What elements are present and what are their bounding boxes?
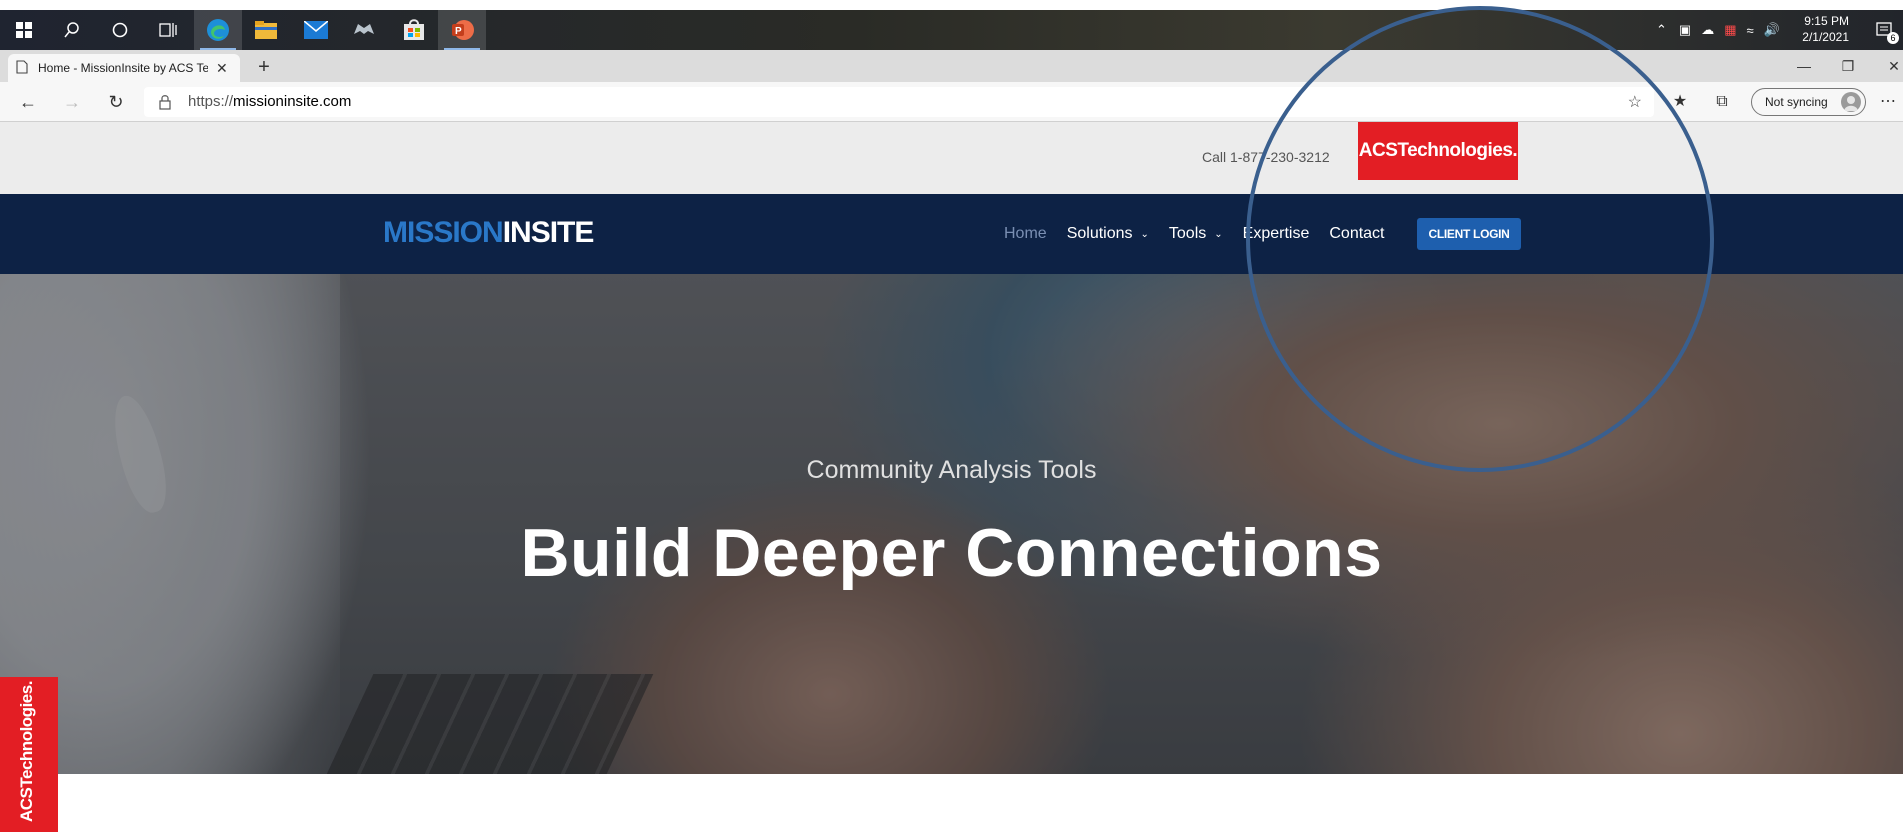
xbox-icon[interactable] [340, 10, 388, 50]
wifi-icon[interactable]: ≈ [1747, 23, 1754, 38]
acs-logo-text: ACSTechnologies. [1358, 140, 1518, 161]
brand-part-mission: MISSION [383, 216, 504, 249]
taskbar-clock[interactable]: 9:15 PM 2/1/2021 [1802, 13, 1849, 45]
windows-taskbar: P ⌃ ▣ ☁ ▦ ≈ 🔊 9:15 PM 2/1/2021 6 [0, 10, 1903, 50]
restore-button[interactable]: ❐ [1830, 54, 1866, 78]
chevron-up-icon[interactable]: ⌃ [1656, 22, 1667, 38]
nav-solutions-label: Solutions [1066, 225, 1133, 242]
add-favorite-icon[interactable]: ☆ [1628, 92, 1642, 112]
client-login-button[interactable]: CLIENT LOGIN [1417, 218, 1521, 250]
chevron-down-icon: ⌄ [1214, 228, 1223, 240]
favorites-icon[interactable]: ★ [1668, 91, 1692, 113]
missioninsite-logo[interactable]: MISSIONINSITE [383, 216, 595, 250]
collections-icon[interactable]: ⧉ [1710, 91, 1734, 113]
hero-title: Build Deeper Connections [520, 515, 1383, 591]
nav-home-label: Home [1004, 225, 1047, 242]
edge-icon[interactable] [194, 10, 242, 50]
notification-count: 6 [1887, 32, 1899, 44]
close-tab-icon[interactable]: ✕ [216, 60, 228, 77]
back-button[interactable]: ← [14, 90, 42, 114]
nav-expertise-label: Expertise [1242, 225, 1310, 242]
acs-side-tab[interactable]: ACSTechnologies. [0, 677, 58, 832]
client-login-label: CLIENT LOGIN [1428, 227, 1510, 241]
browser-tab[interactable]: Home - MissionInsite by ACS Tec ✕ [8, 54, 240, 82]
page-icon [16, 59, 28, 77]
site-navigation: MISSIONINSITE Home Solutions ⌄ Tools ⌄ Exp… [0, 194, 1903, 274]
nav-home[interactable]: Home [1004, 225, 1047, 243]
new-tab-button[interactable]: + [252, 56, 276, 80]
brand-part-insite: INSITE [502, 216, 595, 249]
nav-expertise[interactable]: Expertise [1243, 225, 1310, 243]
store-icon[interactable] [390, 10, 438, 50]
powerpoint-icon[interactable]: P [438, 10, 486, 50]
tab-title: Home - MissionInsite by ACS Tec [38, 61, 208, 75]
hero-subtitle: Community Analysis Tools [806, 456, 1097, 484]
cortana-icon[interactable] [96, 10, 144, 50]
clock-date: 2/1/2021 [1802, 30, 1849, 44]
file-explorer-icon[interactable] [242, 10, 290, 50]
address-bar[interactable]: https://missioninsite.com ☆ [144, 87, 1654, 117]
site-top-bar: Call 1-877-230-3212 ACSTechnologies. [0, 122, 1903, 194]
clock-time: 9:15 PM [1804, 14, 1849, 28]
avatar [1841, 92, 1861, 112]
acs-technologies-logo[interactable]: ACSTechnologies. [1358, 122, 1518, 180]
windows-start-icon[interactable] [0, 10, 48, 50]
side-tab-text: ACSTechnologies. [17, 681, 36, 822]
more-options-icon[interactable]: ⋯ [1876, 91, 1900, 113]
url-text[interactable]: https://missioninsite.com [188, 93, 351, 110]
nav-contact[interactable]: Contact [1329, 225, 1384, 243]
profile-sync-button[interactable]: Not syncing [1751, 88, 1866, 116]
sync-label: Not syncing [1765, 95, 1828, 109]
mail-icon[interactable] [292, 10, 340, 50]
screen: { "taskbar": { "icons": ["windows-start-… [0, 0, 1903, 832]
search-icon[interactable] [48, 10, 96, 50]
close-window-button[interactable]: ✕ [1876, 54, 1903, 78]
nav-tools-label: Tools [1168, 225, 1207, 242]
task-view-icon[interactable] [144, 10, 192, 50]
url-host: missioninsite.com [233, 93, 352, 110]
nav-solutions[interactable]: Solutions ⌄ [1067, 225, 1149, 243]
phone-link[interactable]: Call 1-877-230-3212 [1202, 149, 1330, 165]
gift-icon[interactable]: ▦ [1724, 22, 1736, 38]
refresh-button[interactable]: ↻ [102, 90, 130, 114]
chevron-down-icon: ⌄ [1140, 228, 1149, 240]
nav-contact-label: Contact [1329, 225, 1385, 242]
minimize-button[interactable]: — [1786, 54, 1822, 78]
svg-text:P: P [455, 26, 462, 37]
meet-now-icon[interactable]: ▣ [1679, 22, 1691, 38]
onedrive-icon[interactable]: ☁ [1701, 22, 1714, 38]
url-scheme: https:// [188, 93, 234, 110]
browser-tab-strip: Home - MissionInsite by ACS Tec ✕ + — ❐ … [0, 50, 1903, 82]
lock-icon[interactable] [158, 94, 172, 110]
notification-center-icon[interactable]: 6 [1875, 20, 1899, 44]
hero-banner: Community Analysis Tools Build Deeper Co… [0, 274, 1903, 774]
nav-tools[interactable]: Tools ⌄ [1169, 225, 1223, 243]
nav-menu: Home Solutions ⌄ Tools ⌄ Expertise Contact [1004, 194, 1405, 274]
volume-icon[interactable]: 🔊 [1764, 22, 1780, 38]
browser-toolbar: ← → ↻ https://missioninsite.com ☆ ★ ⧉ No… [0, 82, 1903, 122]
forward-button[interactable]: → [58, 90, 86, 114]
system-tray: ⌃ ▣ ☁ ▦ ≈ 🔊 [1656, 10, 1780, 50]
